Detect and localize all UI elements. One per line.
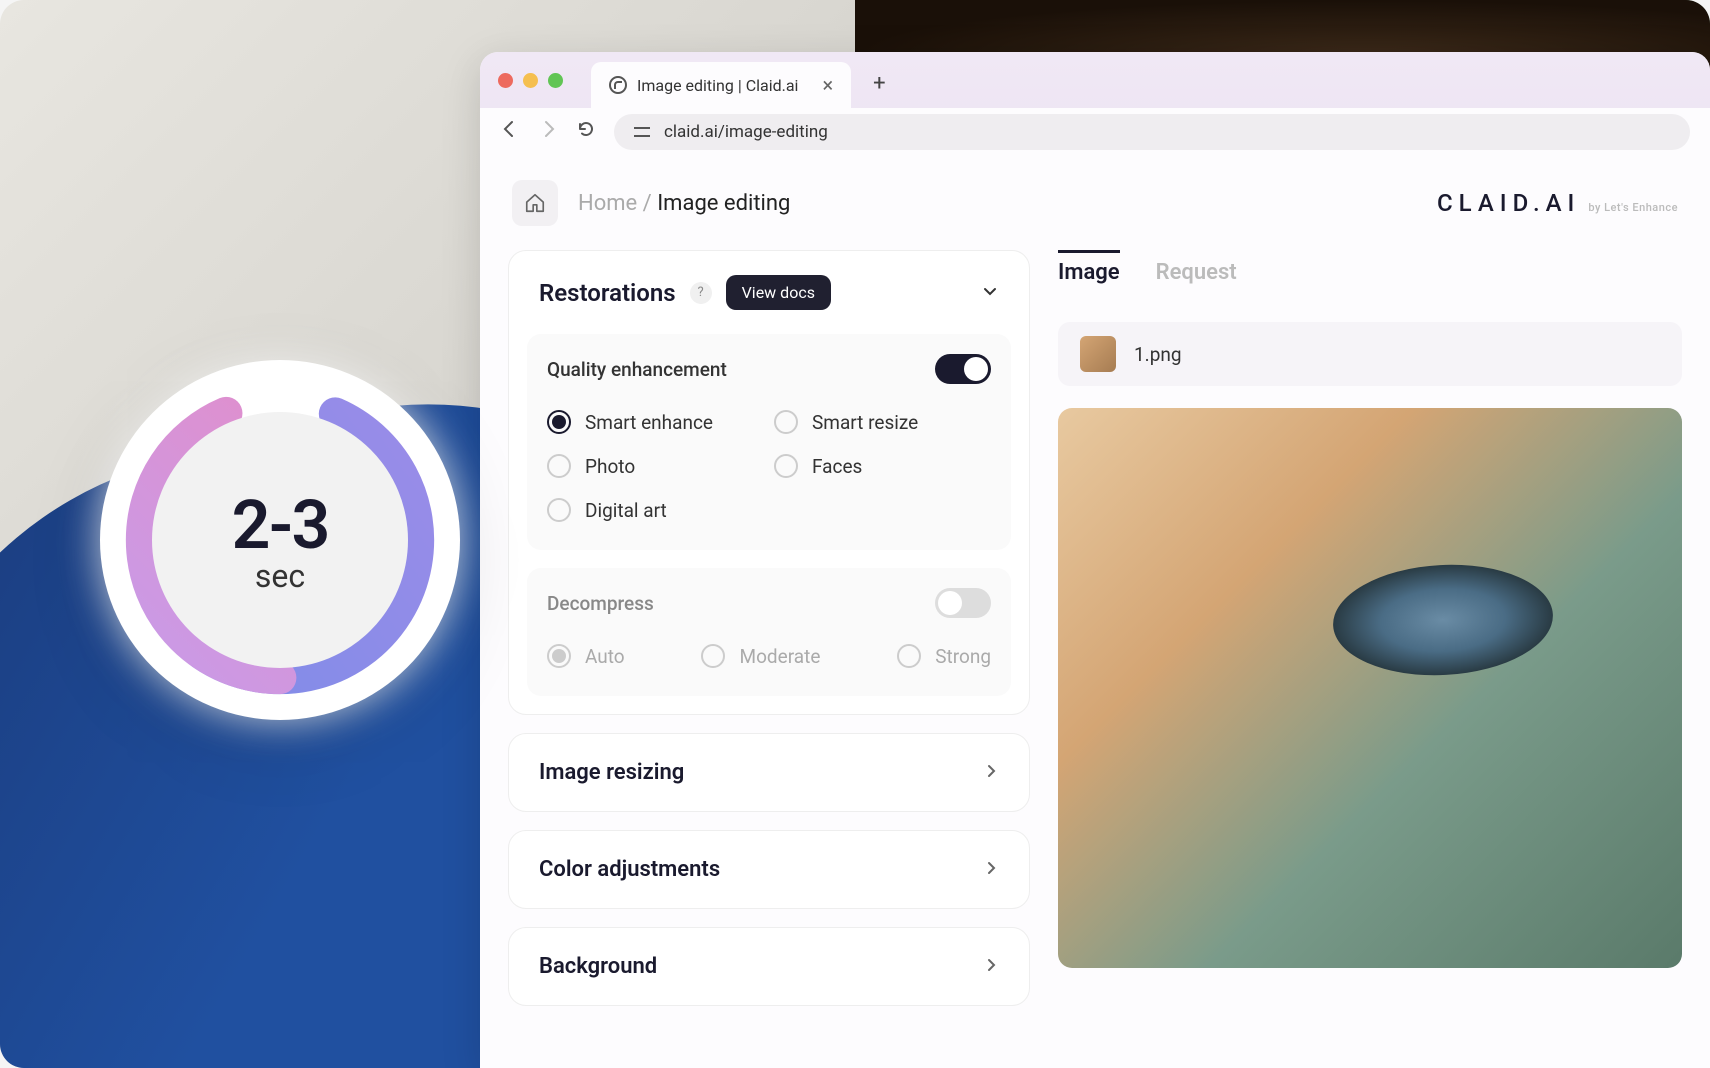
radio-icon: [774, 454, 798, 478]
radio-icon: [547, 454, 571, 478]
quality-enhancement-title: Quality enhancement: [547, 358, 727, 381]
radio-auto[interactable]: Auto: [547, 644, 625, 668]
tab-image[interactable]: Image: [1058, 250, 1120, 301]
address-bar: claid.ai/image-editing: [480, 108, 1710, 156]
radio-icon: [897, 644, 921, 668]
minimize-window-button[interactable]: [523, 73, 538, 88]
quality-enhancement-section: Quality enhancement Smart enhance Smart …: [527, 334, 1011, 550]
page-header: Home / Image editing CLAID.AI by Let's E…: [480, 156, 1710, 250]
radio-icon: [547, 644, 571, 668]
radio-digital-art[interactable]: Digital art: [547, 498, 764, 522]
breadcrumb-separator: /: [637, 191, 657, 216]
radio-label: Strong: [935, 645, 991, 668]
radio-label: Smart enhance: [585, 411, 713, 434]
radio-smart-resize[interactable]: Smart resize: [774, 410, 991, 434]
color-adjustments-panel[interactable]: Color adjustments: [508, 830, 1030, 909]
preview-image: [1058, 408, 1682, 968]
color-adjustments-title: Color adjustments: [539, 857, 720, 882]
logo[interactable]: CLAID.AI by Let's Enhance: [1437, 189, 1678, 217]
home-button[interactable]: [512, 180, 558, 226]
radio-icon: [701, 644, 725, 668]
settings-panel: Restorations ? View docs Quality enhance…: [508, 250, 1030, 1068]
file-name: 1.png: [1134, 343, 1182, 366]
restorations-panel: Restorations ? View docs Quality enhance…: [508, 250, 1030, 715]
radio-icon: [547, 498, 571, 522]
close-window-button[interactable]: [498, 73, 513, 88]
radio-smart-enhance[interactable]: Smart enhance: [547, 410, 764, 434]
radio-icon: [774, 410, 798, 434]
logo-subtitle: by Let's Enhance: [1588, 201, 1678, 214]
chevron-right-icon: [983, 860, 999, 880]
image-resizing-panel[interactable]: Image resizing: [508, 733, 1030, 812]
restorations-header[interactable]: Restorations ? View docs: [509, 251, 1029, 334]
logo-text: CLAID.AI: [1437, 189, 1580, 217]
chevron-right-icon: [983, 957, 999, 977]
radio-icon: [547, 410, 571, 434]
radio-moderate[interactable]: Moderate: [701, 644, 820, 668]
chevron-right-icon: [983, 763, 999, 783]
tab-request[interactable]: Request: [1156, 250, 1237, 301]
radio-label: Faces: [812, 455, 862, 478]
page-body: Restorations ? View docs Quality enhance…: [480, 250, 1710, 1068]
tab-title: Image editing | Claid.ai: [637, 76, 798, 95]
close-tab-icon[interactable]: ×: [822, 73, 833, 97]
quality-enhancement-toggle[interactable]: [935, 354, 991, 384]
site-settings-icon[interactable]: [632, 122, 652, 142]
decompress-section: Decompress Auto Moderate: [527, 568, 1011, 696]
help-icon[interactable]: ?: [690, 282, 712, 304]
radio-label: Photo: [585, 455, 635, 478]
file-selector[interactable]: 1.png: [1058, 322, 1682, 386]
radio-label: Digital art: [585, 499, 667, 522]
radio-faces[interactable]: Faces: [774, 454, 991, 478]
file-thumbnail: [1080, 336, 1116, 372]
decompress-title: Decompress: [547, 592, 654, 615]
decompress-toggle[interactable]: [935, 588, 991, 618]
home-icon: [524, 192, 546, 214]
restorations-title: Restorations: [539, 279, 676, 307]
preview-tabs: Image Request: [1058, 250, 1682, 302]
tab-favicon-icon: [609, 76, 627, 94]
reload-button[interactable]: [576, 119, 596, 145]
back-button[interactable]: [500, 119, 520, 145]
timer-unit: sec: [255, 557, 305, 595]
timer-value: 2-3: [232, 485, 329, 565]
browser-window: Image editing | Claid.ai × + claid.ai/im…: [480, 52, 1710, 1068]
tab-bar: Image editing | Claid.ai × +: [480, 52, 1710, 108]
radio-photo[interactable]: Photo: [547, 454, 764, 478]
browser-chrome: Image editing | Claid.ai × + claid.ai/im…: [480, 52, 1710, 156]
page-content: Home / Image editing CLAID.AI by Let's E…: [480, 156, 1710, 1068]
radio-strong[interactable]: Strong: [897, 644, 991, 668]
timer-badge: 2-3 sec: [100, 360, 460, 720]
breadcrumb-current: Image editing: [657, 191, 790, 216]
forward-button[interactable]: [538, 119, 558, 145]
url-input[interactable]: claid.ai/image-editing: [614, 114, 1690, 150]
view-docs-button[interactable]: View docs: [726, 275, 831, 310]
image-resizing-title: Image resizing: [539, 760, 684, 785]
background-title: Background: [539, 954, 657, 979]
new-tab-button[interactable]: +: [863, 67, 895, 100]
radio-label: Auto: [585, 645, 625, 668]
window-controls: [498, 73, 563, 88]
chevron-down-icon: [981, 282, 999, 304]
breadcrumb-home[interactable]: Home: [578, 191, 637, 216]
preview-panel: Image Request 1.png: [1058, 250, 1682, 1068]
breadcrumb: Home / Image editing: [512, 180, 790, 226]
maximize-window-button[interactable]: [548, 73, 563, 88]
browser-tab[interactable]: Image editing | Claid.ai ×: [591, 62, 851, 108]
background-panel[interactable]: Background: [508, 927, 1030, 1006]
radio-label: Smart resize: [812, 411, 918, 434]
url-text: claid.ai/image-editing: [664, 122, 828, 142]
radio-label: Moderate: [739, 645, 820, 668]
